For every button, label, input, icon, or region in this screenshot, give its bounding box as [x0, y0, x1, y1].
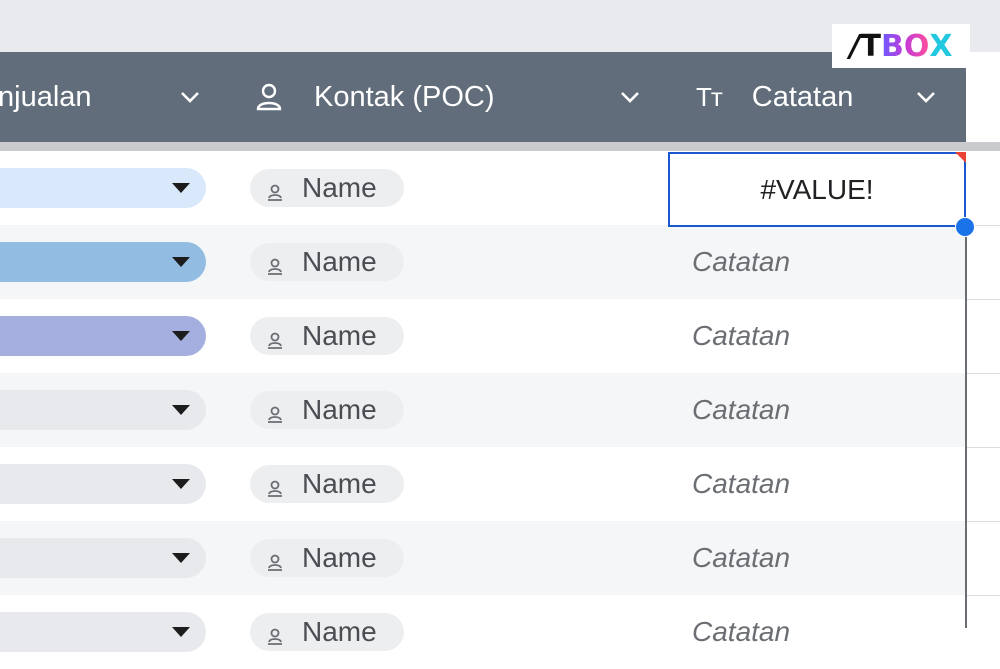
status-dropdown-pill[interactable] [0, 612, 206, 652]
chevron-down-icon[interactable] [618, 85, 642, 109]
dropdown-caret-icon [172, 331, 190, 341]
column-header-sales[interactable]: njualan [0, 52, 92, 142]
row-divider [966, 447, 1000, 448]
logo-bo: BO [880, 28, 930, 64]
contact-name: Name [302, 320, 377, 351]
logo-slash: / [849, 28, 861, 64]
row-divider [966, 299, 1000, 300]
note-cell[interactable]: Catatan [692, 299, 790, 373]
column-header-contact-label: Kontak (POC) [314, 80, 495, 113]
dropdown-caret-icon [172, 257, 190, 267]
table-row[interactable]: Name Catatan [0, 595, 966, 669]
contact-name: Name [302, 394, 377, 425]
dropdown-caret-icon [172, 405, 190, 415]
contact-name: Name [302, 468, 377, 499]
person-icon [266, 178, 284, 201]
person-icon [266, 326, 284, 349]
selected-cell[interactable]: #VALUE! [668, 152, 966, 227]
chevron-down-icon[interactable] [178, 85, 202, 109]
person-icon [266, 400, 284, 423]
status-dropdown-pill[interactable] [0, 316, 206, 356]
table-row[interactable]: Name Catatan [0, 521, 1000, 596]
row-divider [966, 373, 1000, 374]
text-type-icon: Tт [696, 81, 723, 112]
contact-name: Name [302, 172, 377, 203]
contact-name: Name [302, 246, 377, 277]
contact-chip[interactable]: Name [250, 465, 404, 503]
status-dropdown-pill[interactable] [0, 538, 206, 578]
status-dropdown-pill[interactable] [0, 464, 206, 504]
contact-chip[interactable]: Name [250, 169, 404, 207]
error-indicator-icon [955, 152, 966, 163]
person-icon [266, 474, 284, 497]
table-row[interactable]: Name Catatan [0, 299, 1000, 374]
contact-chip[interactable]: Name [250, 391, 404, 429]
itbox-watermark-logo: / T BO X [832, 24, 970, 68]
column-header-sales-label: njualan [0, 80, 92, 113]
row-divider [966, 595, 1000, 596]
header-divider [0, 142, 1000, 151]
logo-t: T [860, 28, 881, 64]
person-icon [256, 82, 282, 112]
contact-name: Name [302, 542, 377, 573]
status-dropdown-pill[interactable] [0, 168, 206, 208]
column-edge-border [965, 226, 967, 628]
note-cell[interactable]: Catatan [692, 595, 790, 669]
contact-chip[interactable]: Name [250, 613, 404, 651]
dropdown-caret-icon [172, 553, 190, 563]
table-row[interactable]: Name Catatan [0, 373, 1000, 448]
contact-chip[interactable]: Name [250, 243, 404, 281]
logo-x: X [929, 28, 953, 64]
status-dropdown-pill[interactable] [0, 242, 206, 282]
chevron-down-icon[interactable] [914, 85, 938, 109]
person-icon [266, 252, 284, 275]
dropdown-caret-icon [172, 627, 190, 637]
person-icon [266, 548, 284, 571]
status-dropdown-pill[interactable] [0, 390, 206, 430]
cell-value: #VALUE! [760, 173, 874, 205]
note-cell[interactable]: Catatan [692, 521, 790, 595]
column-header-contact[interactable]: Kontak (POC) [256, 52, 495, 142]
contact-name: Name [302, 616, 377, 647]
dropdown-caret-icon [172, 183, 190, 193]
contact-chip[interactable]: Name [250, 539, 404, 577]
note-cell[interactable]: Catatan [692, 447, 790, 521]
person-icon [266, 622, 284, 645]
fill-handle[interactable] [955, 217, 975, 237]
column-header-notes-label: Catatan [751, 80, 854, 113]
row-divider [966, 521, 1000, 522]
dropdown-caret-icon [172, 479, 190, 489]
note-cell[interactable]: Catatan [692, 373, 790, 447]
contact-chip[interactable]: Name [250, 317, 404, 355]
column-header-row: njualan Kontak (POC) Tт Catatan [0, 52, 966, 142]
column-header-notes[interactable]: Tт Catatan [696, 52, 853, 142]
note-cell[interactable]: Catatan [692, 225, 790, 299]
table-row[interactable]: Name Catatan [0, 447, 1000, 522]
table-row[interactable]: Name Catatan [0, 225, 1000, 300]
